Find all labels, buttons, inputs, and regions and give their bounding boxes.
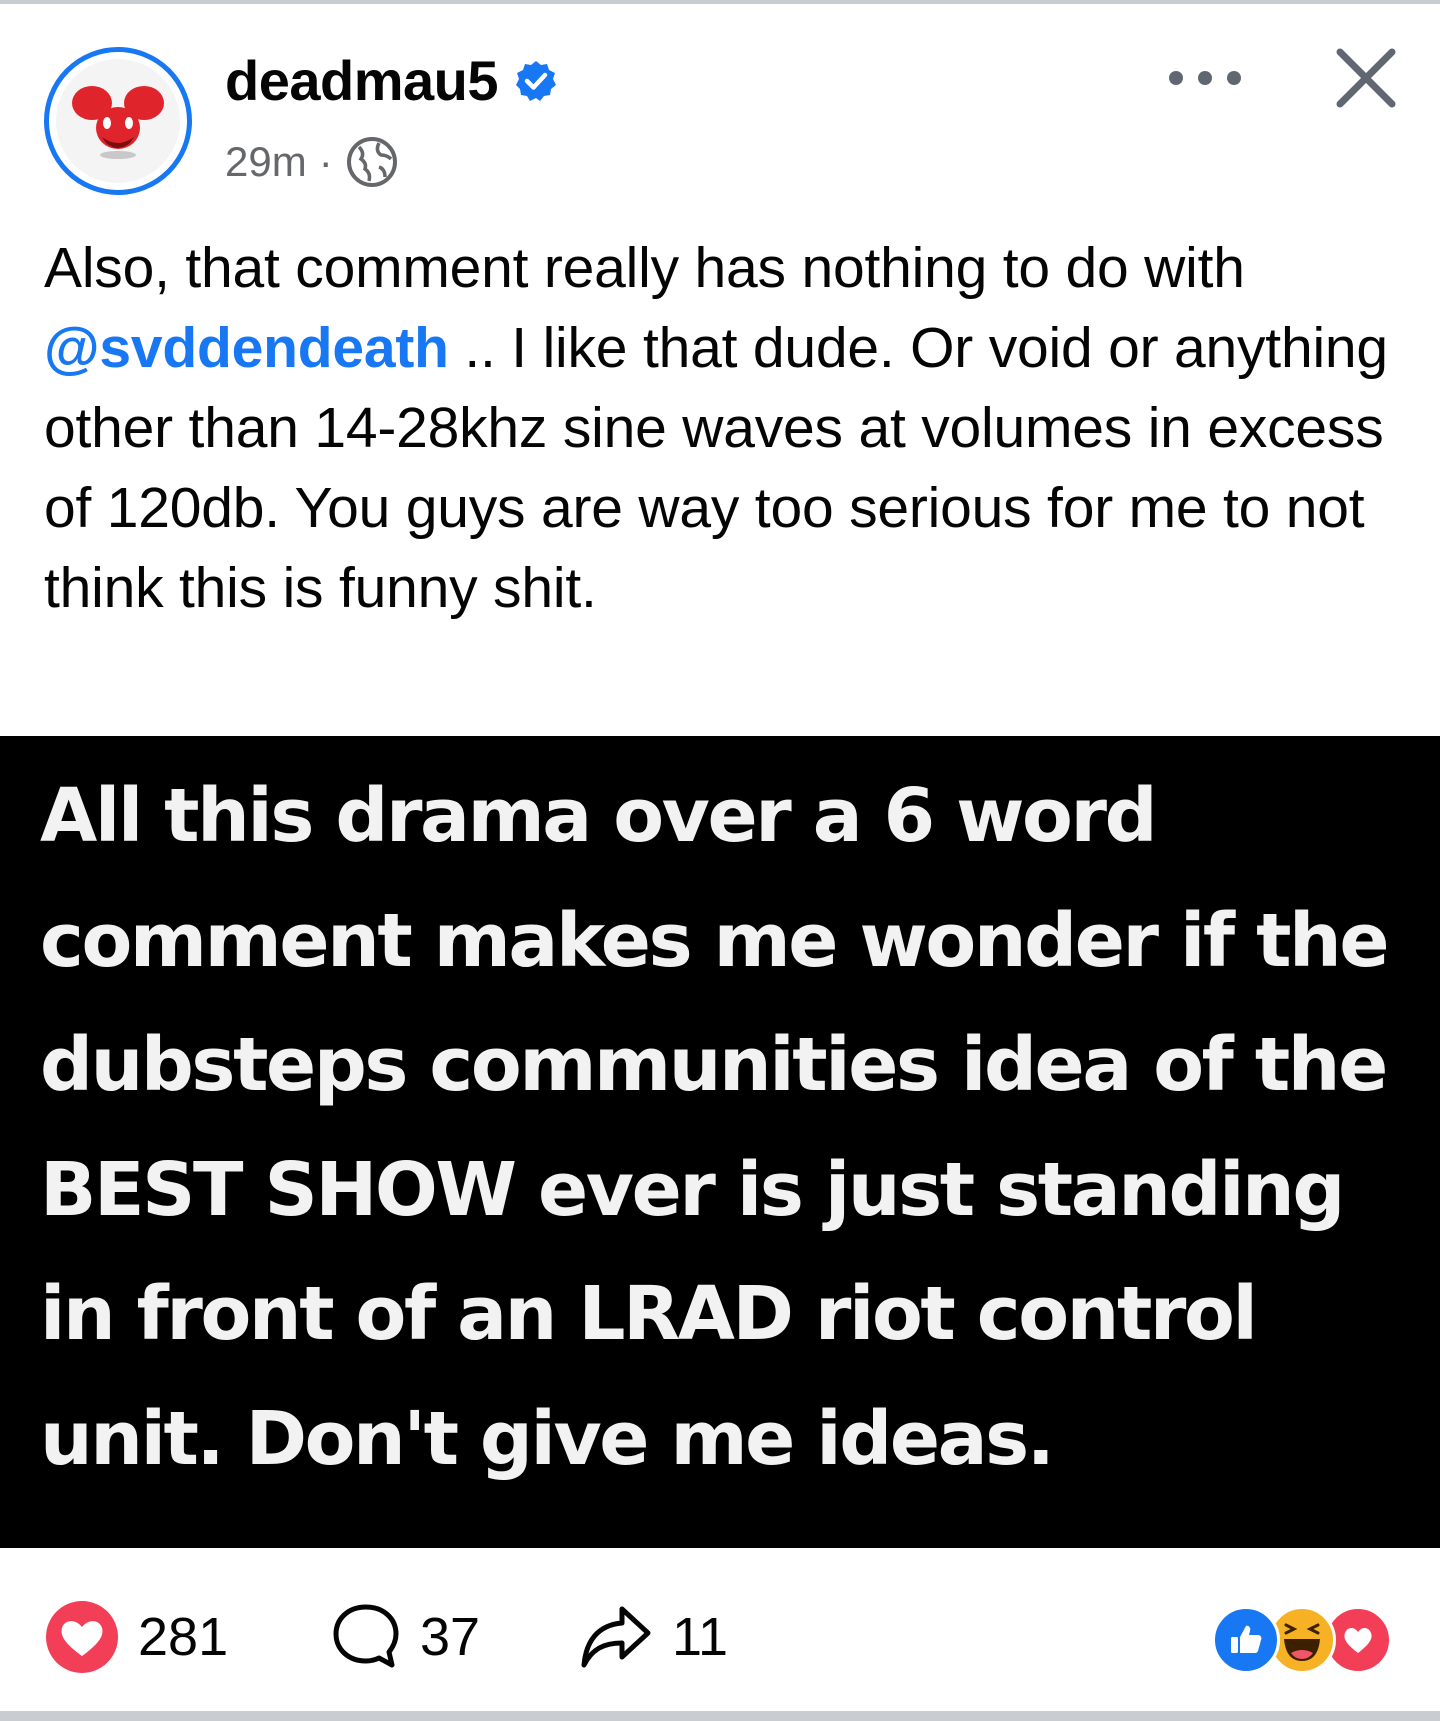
more-options-icon — [1169, 71, 1241, 85]
author-avatar[interactable] — [44, 47, 192, 195]
comment-button[interactable]: 37 — [330, 1602, 480, 1672]
like-button[interactable]: 281 — [44, 1601, 229, 1673]
bottom-divider — [0, 1711, 1440, 1721]
meta-separator: · — [318, 138, 333, 185]
comment-icon — [333, 1604, 399, 1668]
post-text-part: Also, that comment really has nothing to… — [44, 236, 1245, 300]
post-footer: 281 37 11 — [0, 1562, 1440, 1697]
post-meta: 29m · — [225, 136, 399, 188]
post-timestamp[interactable]: 29m — [225, 138, 307, 186]
author-row: deadmau5 — [225, 48, 558, 114]
close-button[interactable] — [1328, 40, 1404, 116]
image-caption-text: All this drama over a 6 word comment mak… — [40, 773, 1390, 1482]
share-count: 11 — [672, 1607, 729, 1667]
heart-icon — [46, 1601, 118, 1673]
close-icon — [1336, 48, 1396, 108]
author-name[interactable]: deadmau5 — [225, 48, 499, 114]
verified-badge-icon — [516, 61, 556, 101]
comment-count: 37 — [420, 1607, 481, 1667]
share-button[interactable]: 11 — [578, 1602, 728, 1672]
top-divider — [0, 0, 1440, 4]
like-reaction-icon — [1212, 1606, 1280, 1674]
globe-icon[interactable] — [345, 135, 399, 189]
more-options-button[interactable] — [1160, 54, 1250, 102]
like-count: 281 — [138, 1607, 229, 1667]
mention-link[interactable]: @svddendeath — [44, 316, 449, 380]
reaction-summary[interactable] — [1212, 1606, 1402, 1674]
post-text: Also, that comment really has nothing to… — [44, 228, 1414, 628]
share-icon — [581, 1606, 651, 1668]
mau5head-logo — [72, 86, 164, 159]
post-image[interactable]: All this drama over a 6 word comment mak… — [0, 736, 1440, 1548]
